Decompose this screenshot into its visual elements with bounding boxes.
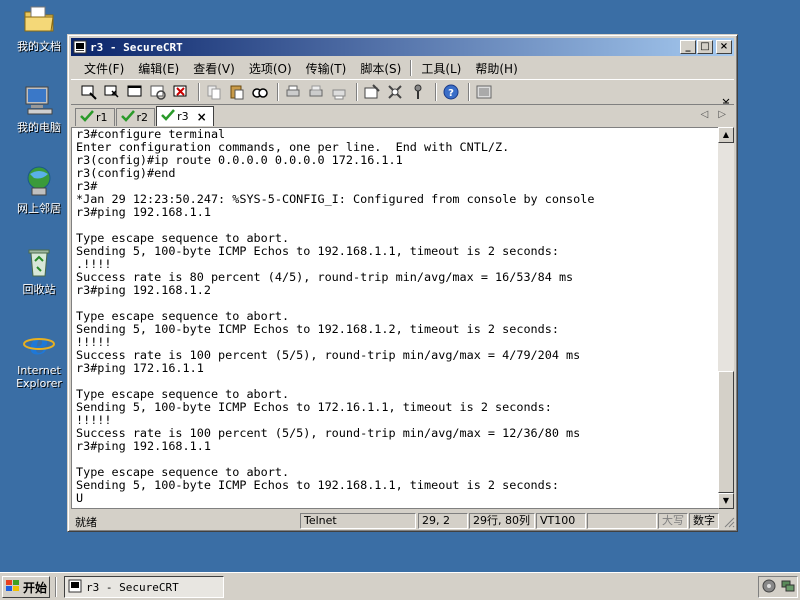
tab-close-icon[interactable]: × [197, 110, 207, 124]
tray-network-icon[interactable] [780, 578, 796, 597]
folder-documents-icon [22, 2, 56, 36]
session-tab-bar: r1 r2 r3 × ◁ ▷ [71, 106, 734, 126]
terminal-view[interactable]: r3#configure terminal Enter configuratio… [71, 127, 719, 509]
check-icon [161, 109, 175, 124]
menu-file[interactable]: 文件(F) [77, 60, 131, 77]
global-options-icon[interactable] [385, 82, 405, 102]
desktop-icon-internet-explorer[interactable]: e Internet Explorer [8, 326, 70, 390]
taskbar-item-securecrt[interactable]: r3 - SecureCRT [64, 576, 224, 598]
status-cursor-position: 29, 2 [418, 513, 468, 529]
minimize-button[interactable]: _ [680, 40, 696, 54]
toolbar-separator [356, 83, 358, 101]
toolbar-separator [198, 83, 200, 101]
menu-tools[interactable]: 工具(L) [414, 60, 468, 77]
securecrt-app-icon [73, 40, 87, 54]
status-caps-lock: 大写 [658, 513, 688, 529]
keymap-icon[interactable] [408, 82, 428, 102]
computer-icon [22, 83, 56, 117]
start-button[interactable]: 开始 [2, 576, 50, 598]
toolbar: ? [71, 79, 734, 105]
scroll-up-button[interactable]: ▲ [718, 127, 734, 143]
recycle-bin-icon [22, 245, 56, 279]
close-button[interactable]: × [716, 40, 732, 54]
tab-label: r3 [177, 110, 189, 123]
status-bar: 就绪 Telnet 29, 2 29行, 80列 VT100 大写 数字 [71, 512, 735, 531]
print-selection-icon[interactable] [306, 82, 326, 102]
vertical-scrollbar[interactable]: ▲ ▼ [718, 127, 734, 509]
print-screen-icon[interactable] [283, 82, 303, 102]
connect-in-tab-icon[interactable] [125, 82, 145, 102]
system-tray [758, 576, 798, 598]
windows-logo-icon [5, 579, 21, 596]
svg-text:?: ? [448, 88, 454, 99]
tab-scroll-left-icon[interactable]: ◁ [701, 109, 709, 120]
status-num-lock: 数字 [689, 513, 719, 529]
map-icon[interactable] [474, 82, 494, 102]
session-options-icon[interactable] [362, 82, 382, 102]
reconnect-icon[interactable] [148, 82, 168, 102]
tab-label: r2 [136, 111, 149, 124]
menu-edit[interactable]: 编辑(E) [131, 60, 186, 77]
connect-icon[interactable] [79, 82, 99, 102]
menu-bar: 文件(F) 编辑(E) 查看(V) 选项(O) 传输(T) 脚本(S) 工具(L… [71, 58, 734, 78]
copy-icon[interactable] [204, 82, 224, 102]
disconnect-icon[interactable] [171, 82, 191, 102]
tab-r2[interactable]: r2 [115, 108, 156, 126]
toolbar-separator [277, 83, 279, 101]
desktop-icon-label: 网上邻居 [17, 202, 61, 215]
network-icon [22, 164, 56, 198]
window-title: r3 - SecureCRT [90, 40, 183, 54]
terminal-output: r3#configure terminal Enter configuratio… [76, 127, 595, 505]
status-terminal-size: 29行, 80列 [469, 513, 535, 529]
desktop-icon-recycle-bin[interactable]: 回收站 [8, 245, 70, 296]
tray-volume-icon[interactable] [761, 578, 777, 597]
resize-grip-icon[interactable] [723, 516, 735, 531]
desktop-icon-network[interactable]: 网上邻居 [8, 164, 70, 215]
toolbar-chevron-icon[interactable] [722, 94, 730, 104]
desktop-icon-my-computer[interactable]: 我的电脑 [8, 83, 70, 134]
menu-view[interactable]: 查看(V) [186, 60, 242, 77]
desktop-icon-label: Internet Explorer [16, 364, 62, 390]
check-icon [120, 110, 135, 125]
tab-scroll-right-icon[interactable]: ▷ [718, 109, 726, 120]
status-ready: 就绪 [75, 516, 97, 529]
tab-r3[interactable]: r3 × [156, 106, 214, 126]
securecrt-app-icon [68, 579, 82, 596]
taskbar-separator [55, 577, 57, 597]
menu-transfer[interactable]: 传输(T) [299, 60, 354, 77]
toolbar-separator [435, 83, 437, 101]
taskbar-item-label: r3 - SecureCRT [86, 580, 179, 594]
desktop-icon-label: 我的电脑 [17, 121, 61, 134]
start-label: 开始 [23, 580, 48, 595]
check-icon [80, 110, 94, 125]
tab-r1[interactable]: r1 [75, 108, 115, 126]
find-icon[interactable] [250, 82, 270, 102]
svg-text:e: e [29, 327, 48, 360]
help-icon[interactable]: ? [441, 82, 461, 102]
menu-help[interactable]: 帮助(H) [468, 60, 524, 77]
tab-label: r1 [96, 111, 108, 124]
menu-options[interactable]: 选项(O) [242, 60, 299, 77]
scroll-down-button[interactable]: ▼ [718, 493, 734, 509]
title-bar[interactable]: r3 - SecureCRT _ □ × [71, 38, 734, 56]
securecrt-window: r3 - SecureCRT _ □ × 文件(F) 编辑(E) 查看(V) 选… [67, 34, 738, 532]
status-emulation: VT100 [536, 513, 586, 529]
paste-icon[interactable] [227, 82, 247, 102]
internet-explorer-icon: e [22, 326, 56, 362]
maximize-button[interactable]: □ [697, 40, 713, 54]
print-icon[interactable] [329, 82, 349, 102]
menu-separator [410, 60, 413, 76]
toolbar-separator [468, 83, 470, 101]
quick-connect-icon[interactable] [102, 82, 122, 102]
taskbar: 开始 r3 - SecureCRT [0, 572, 800, 600]
menu-script[interactable]: 脚本(S) [353, 60, 408, 77]
desktop-icon-my-documents[interactable]: 我的文档 [8, 2, 70, 53]
desktop-icon-label: 我的文档 [17, 40, 61, 53]
status-protocol: Telnet [300, 513, 416, 529]
scroll-thumb[interactable] [718, 371, 734, 493]
status-blank [587, 513, 657, 529]
desktop-icon-label: 回收站 [22, 283, 56, 296]
